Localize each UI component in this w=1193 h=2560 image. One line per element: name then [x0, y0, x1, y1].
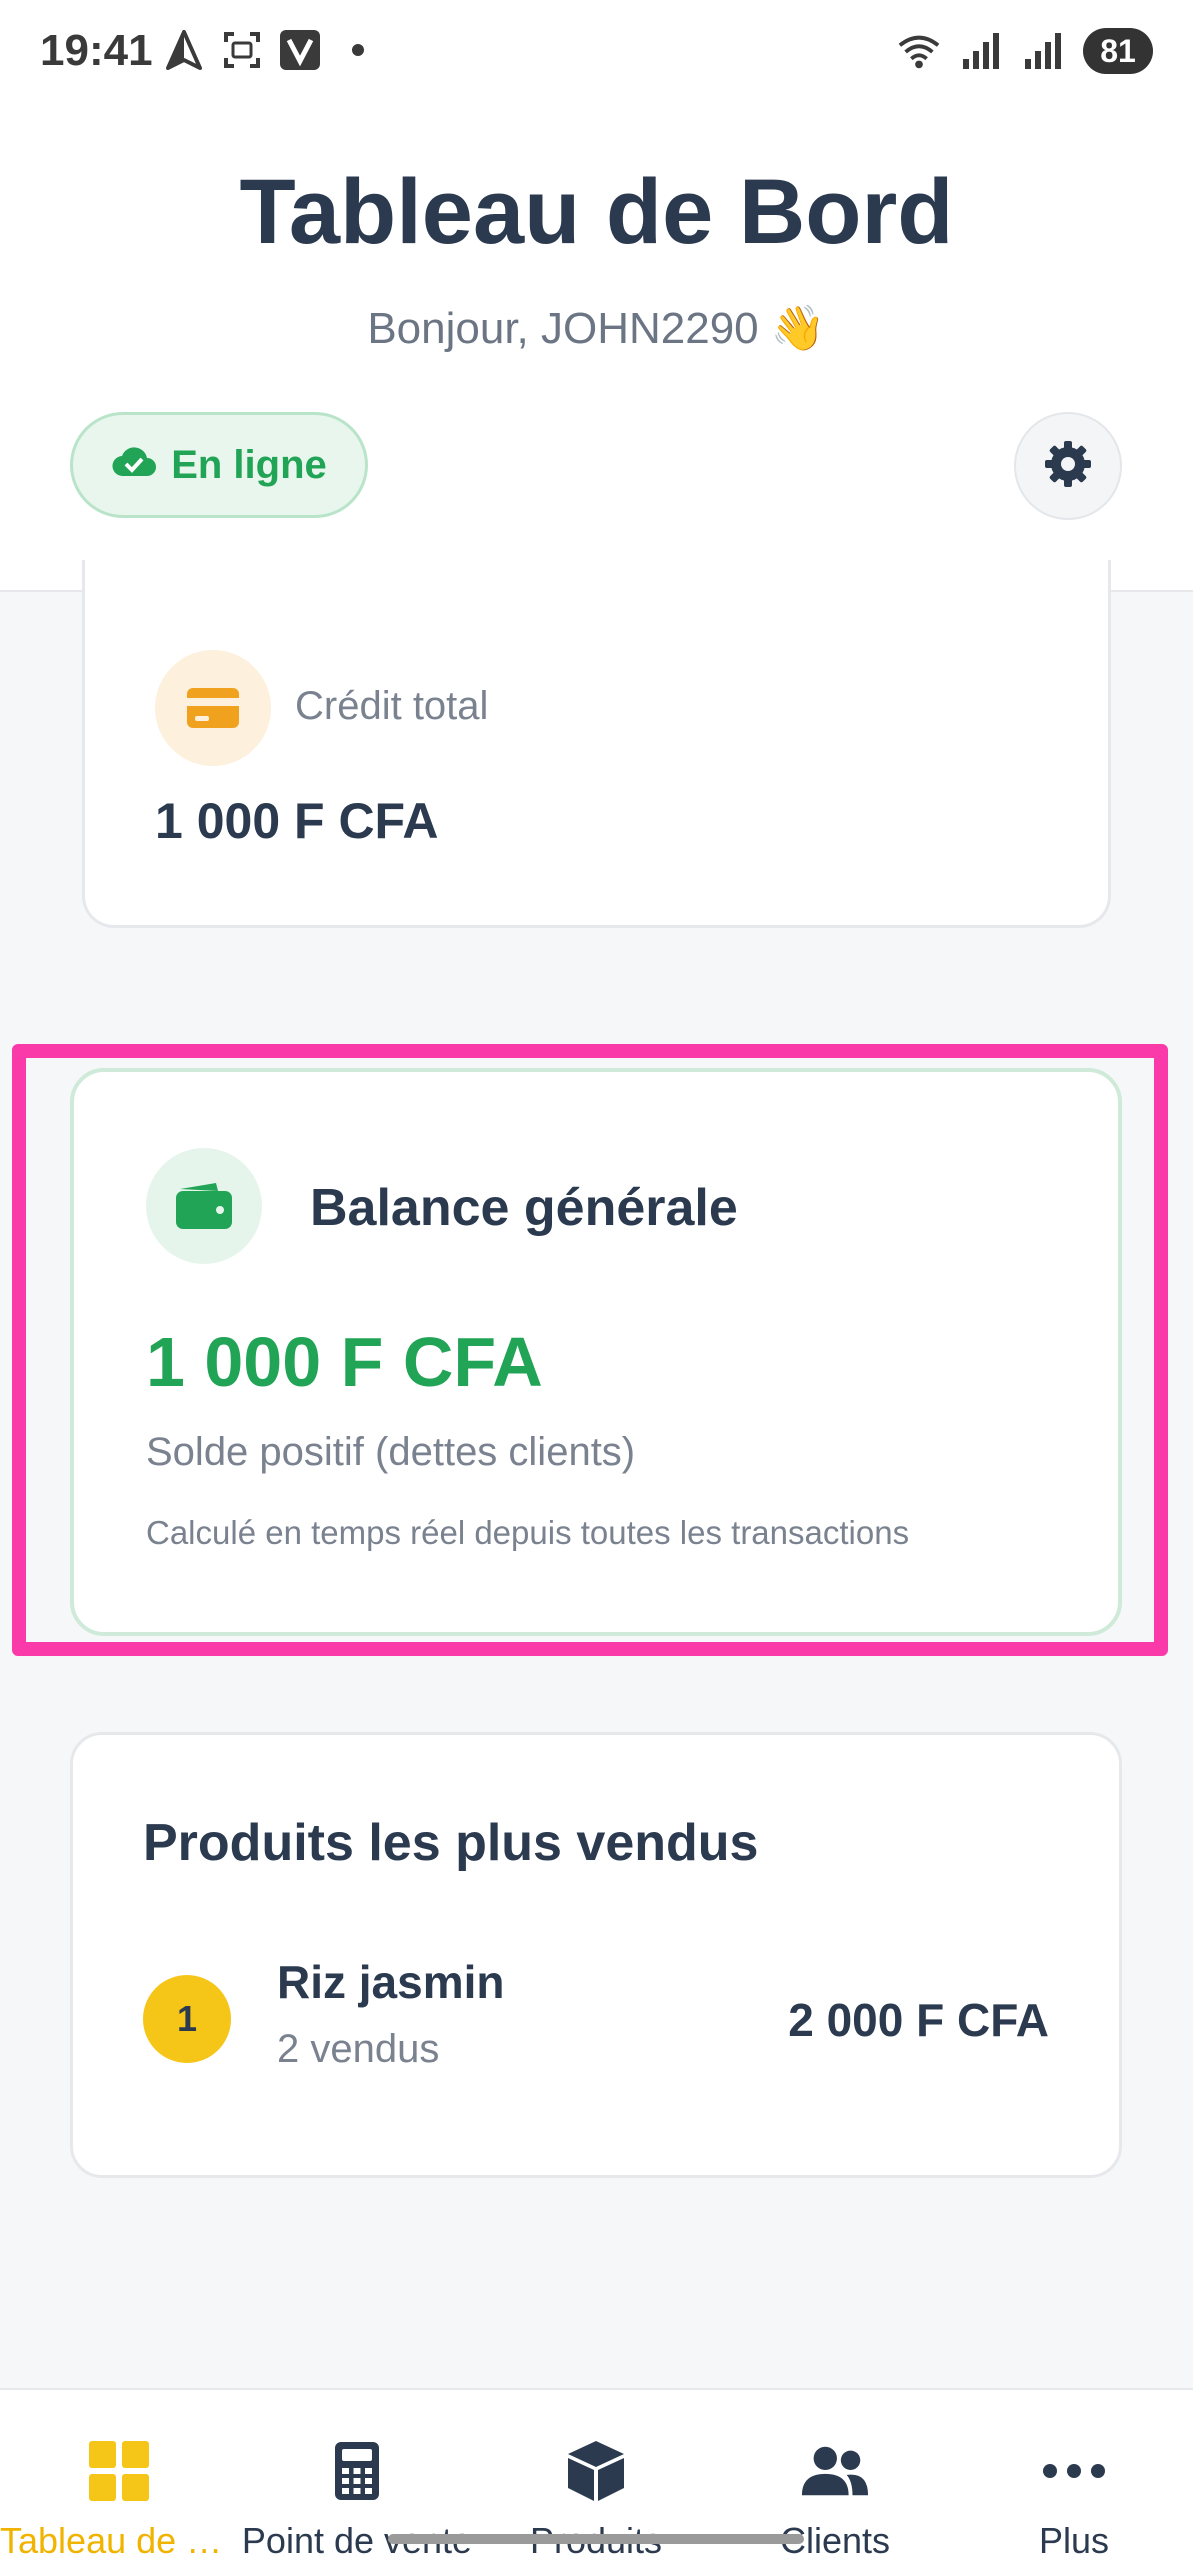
grid-icon [84, 2436, 154, 2506]
wallet-icon [146, 1148, 262, 1264]
credit-total-card: Crédit total 1 000 F CFA [82, 560, 1111, 928]
nav-item-dashboard[interactable]: Tableau de Bord [0, 2390, 238, 2560]
nav-label: Tableau de Bord [0, 2520, 238, 2560]
product-amount: 2 000 F CFA [788, 1994, 1049, 2046]
balance-value: 1 000 F CFA [146, 1323, 543, 1401]
status-bar: 19:41 81 [0, 0, 1193, 110]
signal-icon [1021, 29, 1065, 73]
credit-total-value: 1 000 F CFA [155, 793, 439, 849]
settings-button[interactable] [1014, 412, 1122, 520]
balance-title: Balance générale [310, 1179, 738, 1237]
greeting-text: Bonjour, JOHN2290 👋 [367, 304, 826, 353]
battery-indicator: 81 [1083, 28, 1153, 74]
nav-label: Plus [1038, 2520, 1110, 2560]
wifi-icon [897, 29, 941, 73]
product-sold-count: 2 vendus [277, 2027, 440, 2071]
box-icon [561, 2436, 631, 2506]
header: 19:41 81 Tableau de Bord Bonjour, JOHN22… [0, 0, 1193, 592]
users-icon [800, 2436, 870, 2506]
calculator-icon [322, 2436, 392, 2506]
screen-capture-icon [220, 28, 264, 72]
online-status-label: En ligne [171, 442, 327, 487]
online-status-badge[interactable]: En ligne [70, 412, 368, 518]
more-icon [1039, 2436, 1109, 2506]
home-indicator[interactable] [388, 2534, 804, 2544]
balance-card: Balance générale 1 000 F CFA Solde posit… [70, 1068, 1122, 1636]
gear-icon [1043, 439, 1093, 494]
status-right-icons: 81 [897, 28, 1153, 74]
balance-subtitle: Solde positif (dettes clients) [146, 1430, 636, 1474]
top-products-card: Produits les plus vendus 1 Riz jasmin 2 … [70, 1732, 1122, 2178]
status-time: 19:41 [40, 26, 153, 75]
status-left-icons [162, 28, 380, 72]
product-name: Riz jasmin [277, 1956, 505, 2008]
rank-badge: 1 [143, 1975, 231, 2063]
nav-item-plus[interactable]: Plus [955, 2390, 1193, 2560]
cloud-check-icon [111, 443, 157, 488]
dot-icon [336, 28, 380, 72]
signal-icon [959, 29, 1003, 73]
balance-note: Calculé en temps réel depuis toutes les … [146, 1514, 910, 1551]
v-app-icon [278, 28, 322, 72]
top-products-title: Produits les plus vendus [143, 1814, 759, 1872]
credit-card-icon [155, 650, 271, 766]
page-title: Tableau de Bord [239, 161, 954, 263]
navigation-icon [162, 28, 206, 72]
credit-total-label: Crédit total [295, 684, 489, 728]
